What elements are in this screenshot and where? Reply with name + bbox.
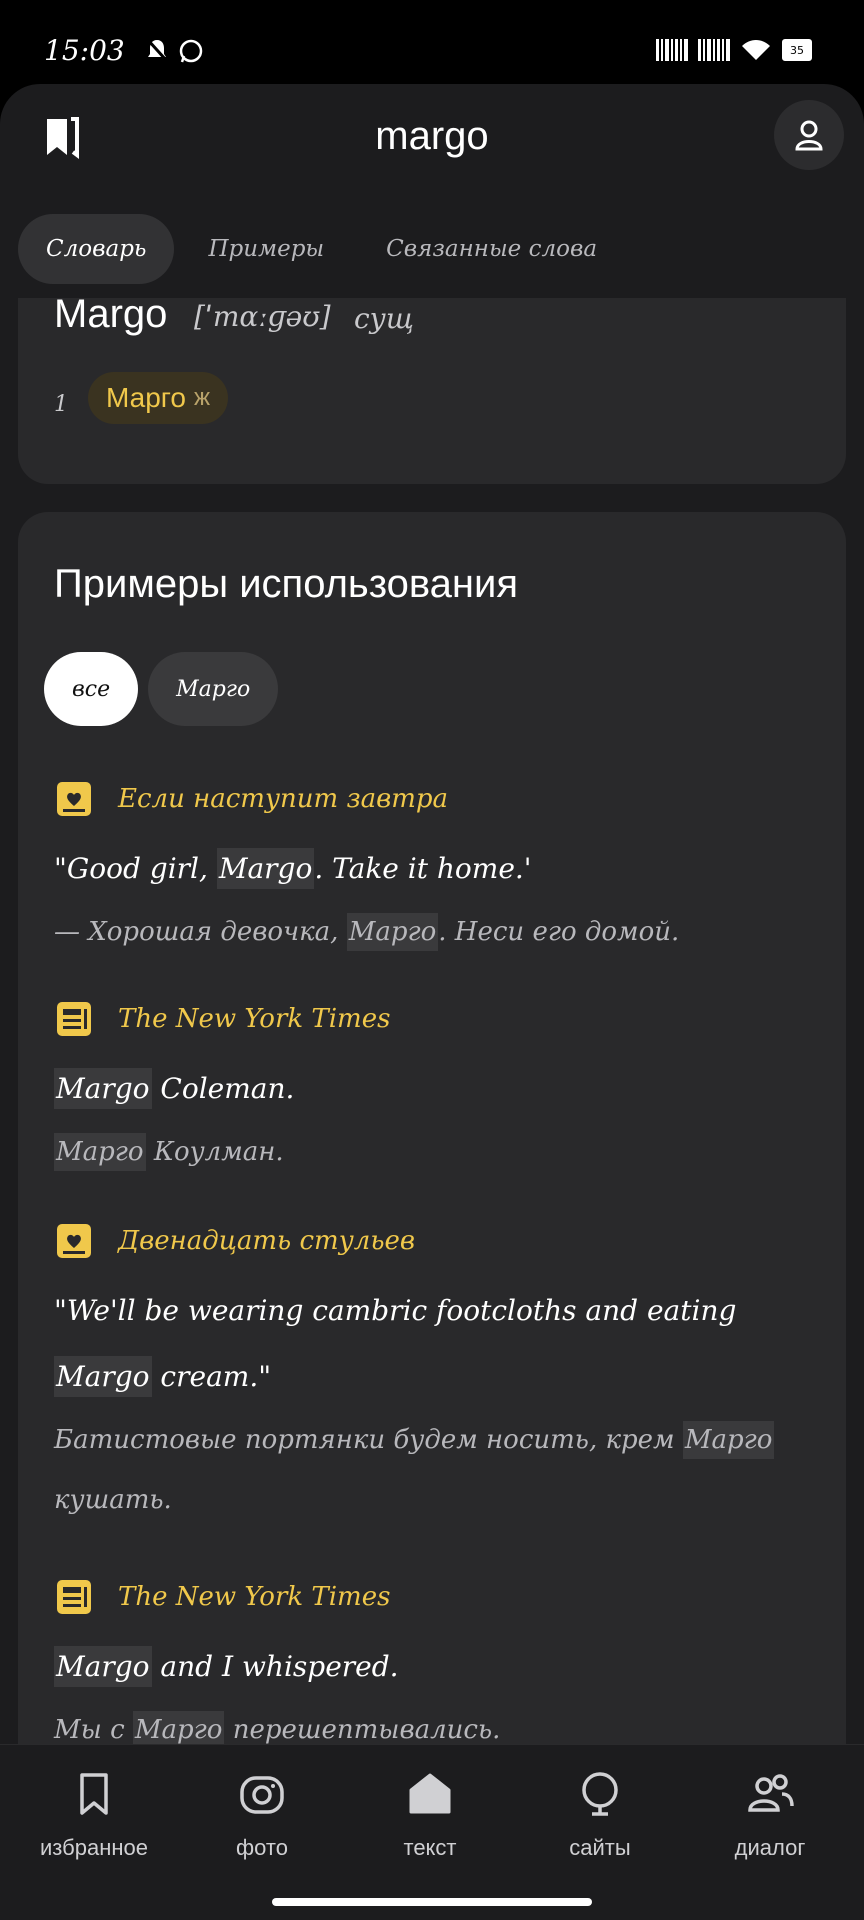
translation-chip[interactable]: Марго ж [88, 372, 229, 424]
status-time: 15:03 [44, 34, 125, 67]
user-icon [795, 120, 823, 151]
whatsapp-icon [179, 39, 203, 63]
notification-off-icon [146, 38, 168, 62]
example-text: "We'll be wearing cambric footcloths and… [54, 1294, 737, 1327]
example-text: Батистовые портянки будем носить, крем [54, 1425, 683, 1455]
example-text: cream." [151, 1360, 272, 1393]
status-right-icons: 35 [656, 38, 812, 62]
nav-label: текст [403, 1835, 457, 1860]
book-icon [54, 1221, 94, 1261]
nav-label: сайты [569, 1835, 631, 1860]
sense-number: 1 [54, 392, 68, 417]
globe-icon [575, 1769, 625, 1819]
example-translation: Батистовые портянки будем носить, крем М… [54, 1410, 824, 1530]
profile-button[interactable] [774, 100, 844, 170]
example-highlight: Марго [54, 1133, 146, 1171]
nav-photo[interactable]: фото [182, 1769, 342, 1861]
example-original: "Good girl, Margo. Take it home.' [54, 836, 824, 902]
people-icon [745, 1769, 795, 1819]
home-icon [405, 1769, 455, 1819]
newspaper-icon [54, 999, 94, 1039]
nav-label: фото [236, 1835, 288, 1860]
example-highlight: Margo [54, 1356, 152, 1397]
examples-heading: Примеры использования [54, 562, 519, 606]
example-translation: Марго Коулман. [54, 1122, 824, 1182]
example-original: Margo and I whispered. [54, 1634, 824, 1700]
example-highlight: Margo [54, 1646, 152, 1687]
example-source-title: The New York Times [118, 1582, 391, 1612]
nav-label: избранное [40, 1835, 148, 1860]
example-text: Coleman. [151, 1072, 295, 1105]
translation-gender: ж [193, 384, 211, 411]
example-text: кушать. [54, 1485, 172, 1515]
example-highlight: Margo [54, 1068, 152, 1109]
filter-margo[interactable]: Марго [148, 652, 279, 726]
tab-examples[interactable]: Примеры [180, 214, 352, 284]
example-translation: — Хорошая девочка, Марго. Неси его домой… [54, 902, 824, 962]
example-text: . Take it home.' [314, 852, 532, 885]
signal-icon-2 [698, 39, 730, 61]
entry-word: Margo [54, 292, 168, 336]
nav-favorites[interactable]: избранное [14, 1769, 174, 1861]
example-item[interactable]: Двенадцать стульев "We'll be wearing cam… [54, 1216, 824, 1530]
camera-icon [237, 1769, 287, 1819]
example-highlight: Марго [346, 913, 439, 951]
example-text: Коулман. [145, 1137, 284, 1167]
home-indicator[interactable] [272, 1898, 592, 1906]
example-text: and I whispered. [151, 1650, 399, 1683]
example-source-title: Двенадцать стульев [118, 1226, 416, 1256]
example-text: перешептывались. [224, 1715, 501, 1745]
example-source: Двенадцать стульев [54, 1216, 824, 1266]
example-highlight: Margo [216, 848, 315, 889]
nav-label: диалог [734, 1835, 806, 1860]
example-filters: все Марго [44, 652, 279, 726]
header: margo [0, 84, 864, 194]
battery-icon: 35 [782, 39, 812, 61]
status-bar: 15:03 35 [0, 0, 864, 84]
signal-icon [656, 39, 688, 61]
example-text: Мы с [54, 1715, 133, 1745]
entry-part-of-speech: сущ [354, 302, 414, 335]
nav-sites[interactable]: сайты [520, 1769, 680, 1861]
bookmark-icon [69, 1769, 119, 1819]
battery-level: 35 [790, 43, 804, 57]
example-item[interactable]: The New York Times Margo and I whispered… [54, 1572, 824, 1760]
tab-dictionary[interactable]: Словарь [18, 214, 175, 284]
status-notification-icons [146, 38, 204, 64]
example-source: The New York Times [54, 1572, 824, 1622]
app-container: margo Словарь Примеры Связанные слова Ma… [0, 84, 864, 1920]
example-text: . Неси его домой. [438, 917, 680, 947]
nav-dialog[interactable]: диалог [690, 1769, 850, 1861]
example-item[interactable]: The New York Times Margo Coleman. Марго … [54, 994, 824, 1182]
example-source: Если наступит завтра [54, 774, 824, 824]
example-source-title: The New York Times [118, 1004, 391, 1034]
example-item[interactable]: Если наступит завтра "Good girl, Margo. … [54, 774, 824, 962]
example-source: The New York Times [54, 994, 824, 1044]
examples-card: Примеры использования все Марго Если нас… [18, 512, 846, 1920]
example-text: — Хорошая девочка, [54, 917, 347, 947]
tab-bar: Словарь Примеры Связанные слова [18, 214, 625, 284]
bottom-nav: избранное фото текст сайты диалог [0, 1744, 864, 1920]
book-icon [54, 779, 94, 819]
translation-text: Марго [106, 382, 186, 413]
example-text: "Good girl, [54, 852, 217, 885]
tab-related-words[interactable]: Связанные слова [358, 214, 625, 284]
example-original: "We'll be wearing cambric footcloths and… [54, 1278, 824, 1410]
dictionary-entry-card: Margo [ˈmɑːɡəʊ] сущ 1 Марго ж [18, 292, 846, 484]
wifi-icon [742, 40, 770, 60]
entry-transcription: [ˈmɑːɡəʊ] [194, 300, 331, 333]
page-title: margo [375, 114, 489, 158]
filter-all[interactable]: все [44, 652, 139, 726]
example-highlight: Марго [682, 1421, 775, 1459]
nav-text[interactable]: текст [350, 1769, 510, 1861]
example-original: Margo Coleman. [54, 1056, 824, 1122]
newspaper-icon [54, 1577, 94, 1617]
example-source-title: Если наступит завтра [118, 784, 449, 814]
